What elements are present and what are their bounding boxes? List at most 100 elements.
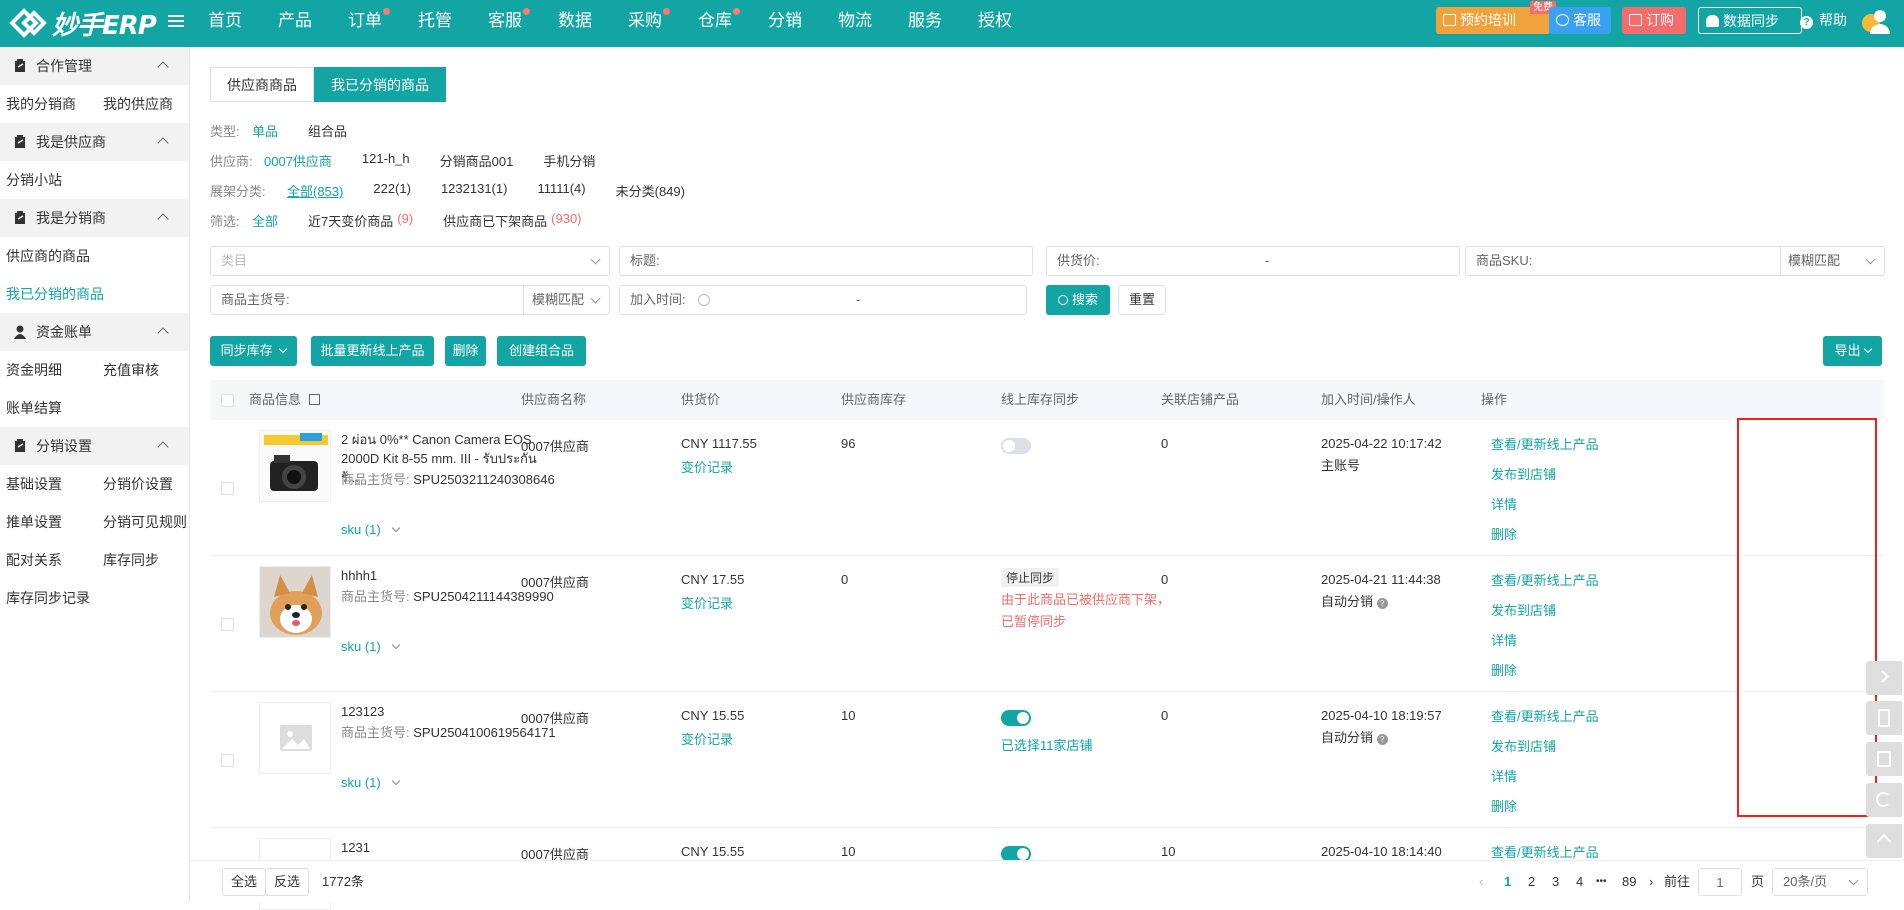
filter-option[interactable]: 全部(853) (287, 181, 343, 200)
filter-option[interactable]: 11111(4) (537, 181, 585, 200)
publish-link[interactable]: 发布到店铺 (1491, 732, 1599, 762)
nav-item-4[interactable]: 客服 (488, 0, 530, 47)
page-size-select[interactable]: 20条/页 (1772, 868, 1868, 896)
row-checkbox[interactable] (221, 618, 234, 631)
filter-option[interactable]: 手机分销 (543, 151, 595, 170)
price-log-link[interactable]: 变价记录 (681, 593, 744, 612)
sidebar-item-fund-detail[interactable]: 资金明细 (0, 360, 62, 380)
prev-page-icon[interactable]: ‹ (1479, 871, 1483, 893)
next-page-icon[interactable]: › (1649, 871, 1653, 893)
sidebar-group-cooperation[interactable]: 合作管理 (0, 47, 189, 85)
search-button[interactable]: 搜索 (1046, 285, 1110, 315)
sidebar-item-push-settings[interactable]: 推单设置 (0, 512, 62, 532)
batch-delete-button[interactable]: 删除 (445, 336, 486, 366)
page-4[interactable]: 4 (1576, 871, 1583, 893)
sidebar-item-my-distributed[interactable]: 我已分销的商品 (0, 284, 104, 304)
sync-toggle[interactable] (1001, 438, 1031, 454)
filter-option[interactable]: 0007供应商 (264, 151, 332, 170)
sku-input[interactable]: 商品SKU: 模糊匹配 (1465, 246, 1885, 276)
nav-item-11[interactable]: 授权 (978, 0, 1012, 47)
back-to-top-icon[interactable] (1866, 824, 1902, 858)
spu-input[interactable]: 商品主货号: 模糊匹配 (210, 285, 610, 315)
nav-item-3[interactable]: 托管 (418, 0, 452, 47)
nav-item-5[interactable]: 数据 (558, 0, 592, 47)
page-2[interactable]: 2 (1528, 871, 1535, 893)
menu-toggle-icon[interactable] (168, 12, 184, 32)
delete-link[interactable]: 删除 (1491, 656, 1599, 686)
product-image[interactable] (259, 430, 331, 502)
more-pages[interactable]: ••• (1596, 871, 1607, 893)
sidebar-item-visibility-rules[interactable]: 分销可见规则 (97, 512, 187, 532)
page-1[interactable]: 1 (1504, 871, 1511, 893)
tab-my-distributed[interactable]: 我已分销的商品 (314, 67, 446, 102)
order-button[interactable]: 订购 (1622, 7, 1686, 34)
sidebar-item-station[interactable]: 分销小站 (0, 170, 62, 190)
page-89[interactable]: 89 (1622, 871, 1636, 893)
nav-item-1[interactable]: 产品 (278, 0, 312, 47)
sku-toggle[interactable]: sku (1) (341, 639, 400, 654)
filter-option[interactable]: 全部 (252, 211, 278, 230)
row-checkbox[interactable] (221, 482, 234, 495)
batch-update-button[interactable]: 批量更新线上产品 (311, 336, 434, 366)
filter-option[interactable]: 1232131(1) (441, 181, 508, 200)
selected-shops-link[interactable]: 已选择11家店铺 (1001, 735, 1093, 754)
detail-link[interactable]: 详情 (1491, 490, 1599, 520)
product-image-placeholder[interactable] (259, 702, 331, 774)
data-sync-button[interactable]: 数据同步 (1698, 7, 1802, 34)
filter-option[interactable]: 222(1) (373, 181, 411, 200)
filter-option[interactable]: 近7天变价商品 (308, 211, 393, 230)
sync-stock-button[interactable]: 同步库存 (210, 336, 297, 366)
sidebar-item-price-settings[interactable]: 分销价设置 (97, 474, 173, 494)
sku-toggle[interactable]: sku (1) (341, 775, 400, 790)
filter-option[interactable]: 121-h_h (362, 151, 410, 170)
product-title[interactable]: hhhh1 (341, 566, 551, 585)
reset-button[interactable]: 重置 (1118, 285, 1166, 315)
delete-link[interactable]: 删除 (1491, 520, 1599, 550)
filter-option[interactable]: 组合品 (308, 121, 347, 140)
product-title[interactable]: 123123 (341, 702, 551, 721)
collapse-tool-icon[interactable] (1866, 661, 1902, 695)
note-tool-icon[interactable] (1866, 742, 1902, 776)
match-mode-select[interactable]: 模糊匹配 (1788, 247, 1840, 275)
price-log-link[interactable]: 变价记录 (681, 457, 757, 476)
export-button[interactable]: 导出 (1823, 336, 1882, 366)
sidebar-group-supplier[interactable]: 我是供应商 (0, 123, 189, 161)
sidebar-item-my-distributors[interactable]: 我的分销商 (0, 94, 76, 114)
mobile-tool-icon[interactable] (1866, 701, 1902, 735)
price-log-link[interactable]: 变价记录 (681, 729, 744, 748)
detail-link[interactable]: 详情 (1491, 626, 1599, 656)
nav-item-10[interactable]: 服务 (908, 0, 942, 47)
join-time-input[interactable]: 加入时间: - (619, 285, 1027, 315)
sidebar-item-stock-sync-log[interactable]: 库存同步记录 (0, 588, 90, 608)
customer-service-button[interactable]: 客服 (1549, 7, 1611, 34)
nav-item-8[interactable]: 分销 (768, 0, 802, 47)
nav-item-6[interactable]: 采购 (628, 0, 670, 47)
nav-item-7[interactable]: 仓库 (698, 0, 740, 47)
filter-option[interactable]: 单品 (252, 121, 278, 140)
sidebar-item-stock-sync[interactable]: 库存同步 (97, 550, 159, 570)
select-all-checkbox[interactable] (221, 394, 234, 407)
sync-toggle[interactable] (1001, 710, 1031, 726)
category-select[interactable]: 类目 (210, 246, 610, 276)
price-range-input[interactable]: 供货价: - (1046, 246, 1460, 276)
title-input[interactable]: 标题: (619, 246, 1033, 276)
match-mode-select[interactable]: 模糊匹配 (532, 286, 584, 314)
help-link[interactable]: ? 帮助 (1800, 10, 1847, 30)
logo[interactable]: 妙手ERP (8, 5, 157, 41)
view-update-link[interactable]: 查看/更新线上产品 (1491, 566, 1599, 596)
publish-link[interactable]: 发布到店铺 (1491, 596, 1599, 626)
tab-supplier-products[interactable]: 供应商商品 (210, 67, 314, 102)
refresh-tool-icon[interactable] (1866, 783, 1902, 817)
invert-selection-button[interactable]: 反选 (265, 868, 309, 896)
view-update-link[interactable]: 查看/更新线上产品 (1491, 702, 1599, 732)
delete-link[interactable]: 删除 (1491, 792, 1599, 822)
filter-option[interactable]: 分销商品001 (440, 151, 514, 170)
expand-icon[interactable] (309, 394, 321, 405)
sidebar-item-pairing[interactable]: 配对关系 (0, 550, 62, 570)
filter-option[interactable]: 供应商已下架商品 (443, 211, 547, 230)
select-all-button[interactable]: 全选 (222, 868, 266, 896)
sidebar-group-distributor[interactable]: 我是分销商 (0, 199, 189, 237)
sidebar-item-bill-settlement[interactable]: 账单结算 (0, 398, 62, 418)
sidebar-item-supplier-products[interactable]: 供应商的商品 (0, 246, 90, 266)
avatar[interactable] (1860, 8, 1892, 36)
